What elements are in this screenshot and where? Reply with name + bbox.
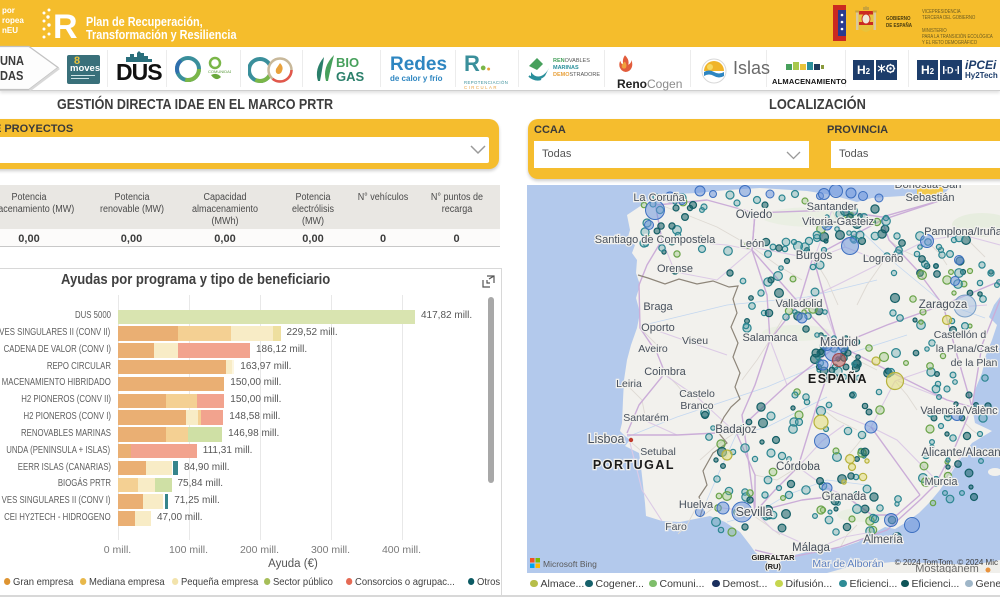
svg-text:Faro: Faro bbox=[665, 521, 687, 533]
svg-text:Sebastián: Sebastián bbox=[906, 192, 955, 204]
svg-text:Alicante/Alacan: Alicante/Alacan bbox=[921, 447, 1000, 459]
svg-text:Logroño: Logroño bbox=[863, 253, 903, 265]
svg-text:Santander: Santander bbox=[807, 201, 858, 213]
svg-text:Branco: Branco bbox=[680, 400, 713, 412]
svg-text:Almería: Almería bbox=[863, 534, 903, 546]
svg-text:Mar de Alborán: Mar de Alborán bbox=[812, 558, 883, 570]
svg-text:Granada: Granada bbox=[822, 491, 867, 503]
svg-text:GAS: GAS bbox=[336, 69, 365, 84]
svg-text:Murcia: Murcia bbox=[924, 476, 958, 488]
svg-text:Huelva: Huelva bbox=[679, 499, 714, 511]
svg-text:BIO: BIO bbox=[336, 55, 359, 70]
svg-text:Setubal: Setubal bbox=[640, 446, 676, 458]
svg-text:Castelo: Castelo bbox=[679, 388, 715, 400]
svg-text:Pamplona/Iruña: Pamplona/Iruña bbox=[924, 226, 1000, 238]
svg-text:Orense: Orense bbox=[657, 263, 693, 275]
svg-text:Castellón d: Castellón d bbox=[934, 329, 987, 341]
svg-text:Santarém: Santarém bbox=[623, 412, 669, 424]
svg-text:(RU): (RU) bbox=[765, 562, 781, 571]
svg-text:Santiago de Compostela: Santiago de Compostela bbox=[595, 234, 716, 246]
svg-text:La Coruña: La Coruña bbox=[633, 192, 685, 204]
svg-text:Leiria: Leiria bbox=[616, 378, 642, 390]
svg-text:D: D bbox=[947, 66, 954, 76]
svg-text:Burgos: Burgos bbox=[796, 250, 833, 262]
svg-text:COMUNIDADES: COMUNIDADES bbox=[208, 69, 231, 74]
svg-text:Sevilla: Sevilla bbox=[736, 505, 773, 519]
svg-text:León: León bbox=[740, 238, 764, 250]
svg-text:ESPAÑA: ESPAÑA bbox=[808, 371, 868, 386]
svg-text:Coimbra: Coimbra bbox=[644, 366, 686, 378]
svg-text:Donostia-San: Donostia-San bbox=[895, 185, 962, 191]
svg-text:Salamanca: Salamanca bbox=[742, 332, 798, 344]
svg-text:Viseu: Viseu bbox=[682, 335, 708, 347]
svg-text:PORTUGAL: PORTUGAL bbox=[593, 458, 675, 472]
svg-text:Córdoba: Córdoba bbox=[776, 461, 821, 473]
svg-text:Valladolid: Valladolid bbox=[776, 298, 823, 310]
svg-text:Aveiro: Aveiro bbox=[638, 343, 668, 355]
svg-text:la Plana/Cast: la Plana/Cast bbox=[936, 343, 999, 355]
svg-text:© 2024 TomTom, © 2024 Mic: © 2024 TomTom, © 2024 Mic bbox=[895, 558, 998, 567]
svg-text:Zaragoza: Zaragoza bbox=[919, 299, 968, 311]
svg-text:de la Plan: de la Plan bbox=[951, 357, 998, 369]
svg-text:R: R bbox=[53, 8, 78, 43]
svg-text:Valencia/Valènc: Valencia/Valènc bbox=[920, 405, 998, 417]
svg-text:Vitoria-Gasteiz: Vitoria-Gasteiz bbox=[802, 216, 874, 228]
svg-text:GIBRALTAR: GIBRALTAR bbox=[751, 553, 795, 562]
svg-text:Lisboa: Lisboa bbox=[588, 432, 625, 446]
svg-text:Microsoft Bing: Microsoft Bing bbox=[543, 559, 597, 569]
svg-text:Madrid: Madrid bbox=[820, 335, 858, 349]
svg-text:Málaga: Málaga bbox=[792, 542, 830, 554]
svg-text:Oviedo: Oviedo bbox=[736, 209, 772, 221]
svg-text:Braga: Braga bbox=[643, 301, 673, 313]
svg-text:Badajoz: Badajoz bbox=[715, 424, 757, 436]
svg-text:Oporto: Oporto bbox=[641, 322, 675, 334]
